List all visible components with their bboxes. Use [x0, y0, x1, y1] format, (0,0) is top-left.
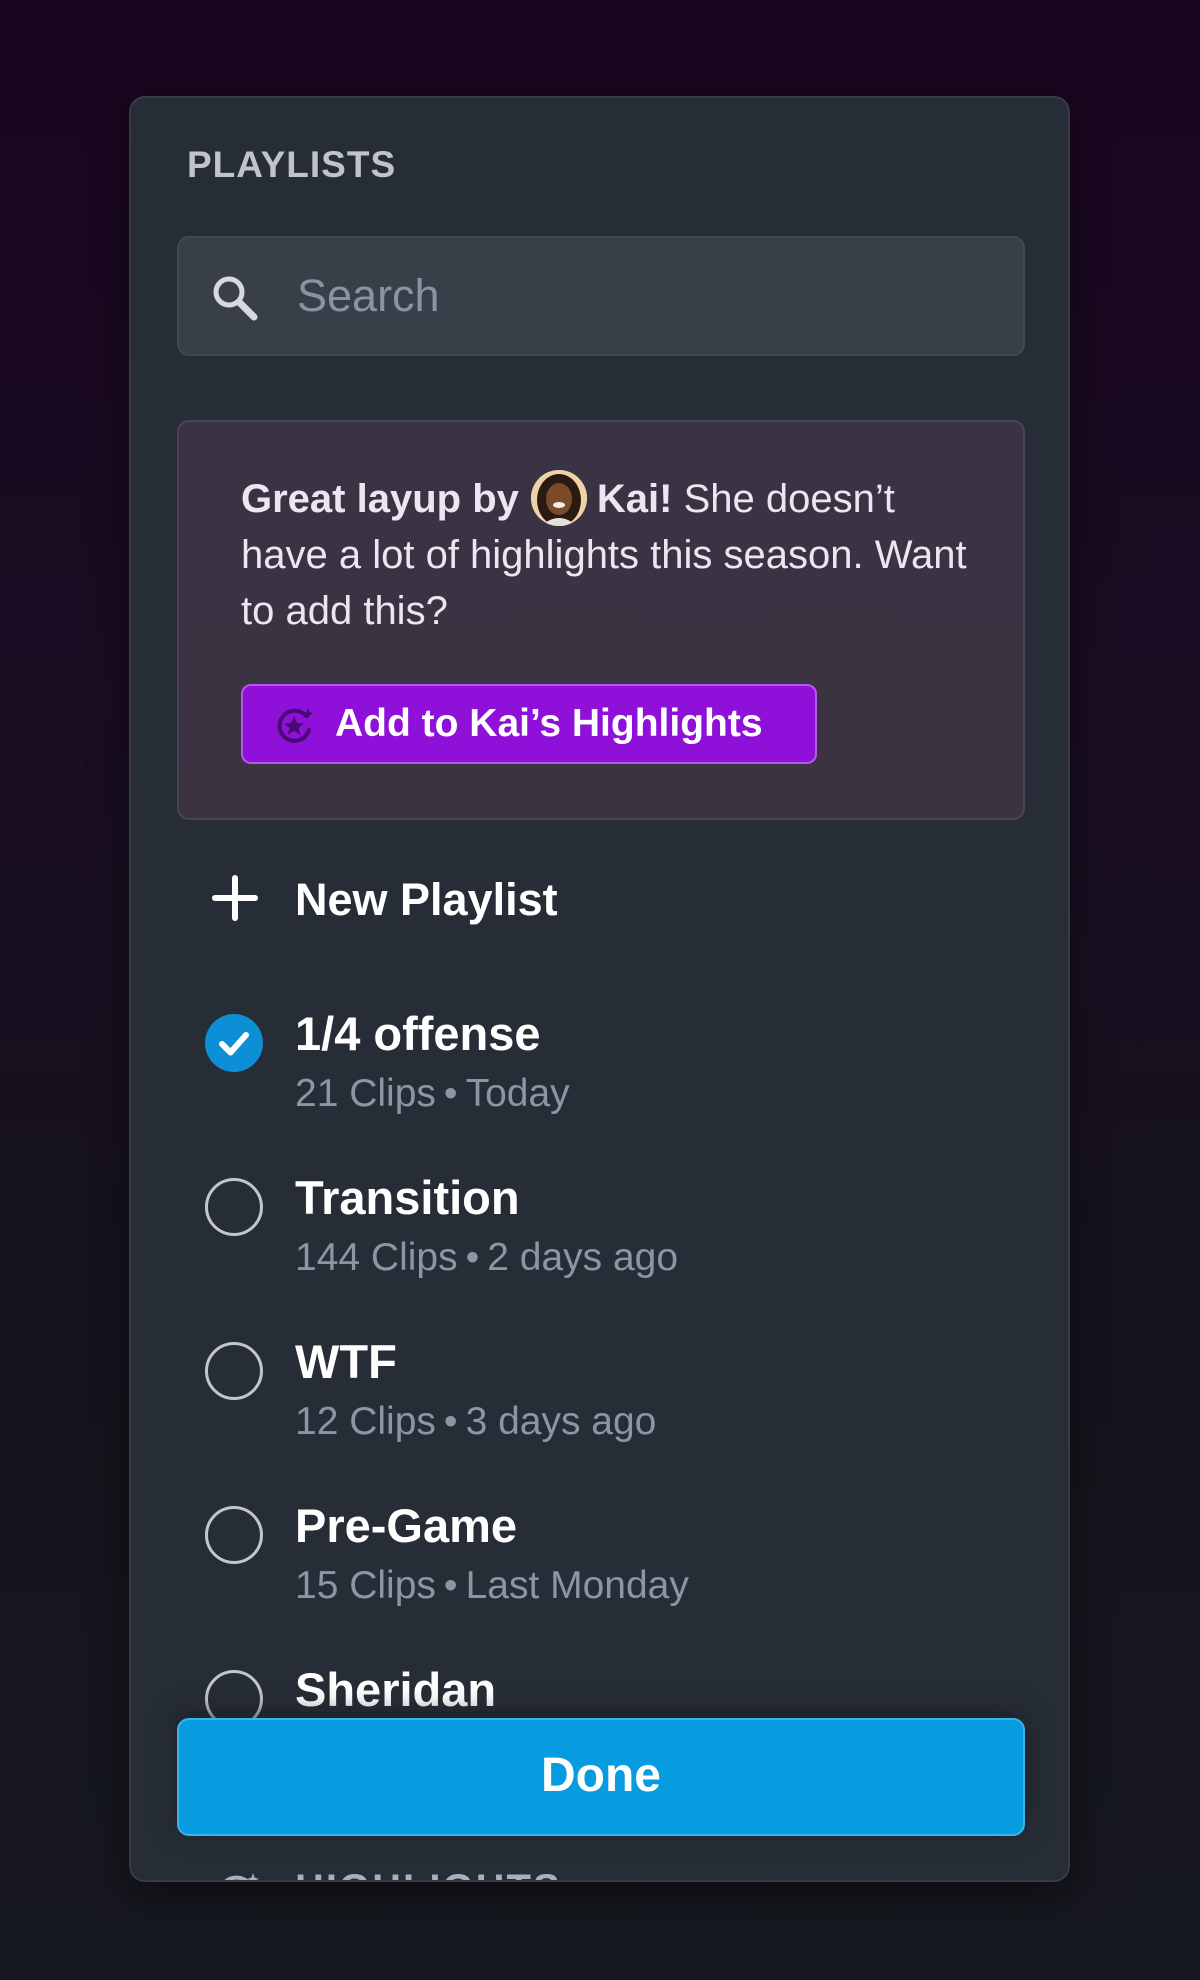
- playlist-title: 1/4 offense: [295, 1007, 541, 1060]
- clip-count: 144 Clips: [295, 1236, 458, 1279]
- clip-count: 12 Clips: [295, 1400, 436, 1443]
- check-circle-icon[interactable]: [205, 1014, 263, 1072]
- highlight-suggestion-card: Great layup by Kai! She doesn’t have a l…: [177, 420, 1025, 820]
- new-playlist-label: New Playlist: [295, 874, 558, 925]
- search-icon: [213, 276, 258, 321]
- playlist-item[interactable]: Pre-Game 15 Clips • Last Monday: [177, 1498, 1025, 1648]
- playlist-item[interactable]: WTF 12 Clips • 3 days ago: [177, 1334, 1025, 1484]
- playlist-meta: 15 Clips • Last Monday: [295, 1564, 689, 1608]
- star-sparkle-icon: [224, 1873, 259, 1880]
- clip-count: 21 Clips: [295, 1072, 436, 1115]
- panel-title: PLAYLISTS: [187, 144, 397, 185]
- player-name: Kai!: [596, 477, 673, 521]
- last-updated: Last Monday: [465, 1564, 689, 1607]
- playlist-meta: 144 Clips • 2 days ago: [295, 1236, 678, 1280]
- playlists-panel: PLAYLISTS Great layup by Kai! She doesn’…: [129, 96, 1070, 1882]
- playlist-title: Pre-Game: [295, 1499, 518, 1552]
- meta-separator: •: [443, 1400, 458, 1443]
- last-updated: 3 days ago: [465, 1400, 657, 1443]
- circle-icon[interactable]: [205, 1506, 263, 1564]
- add-to-highlights-label: Add to Kai’s Highlights: [335, 702, 763, 745]
- playlist-meta: 12 Clips • 3 days ago: [295, 1400, 656, 1444]
- playlist-title: WTF: [295, 1335, 397, 1388]
- last-updated: 2 days ago: [487, 1236, 679, 1279]
- playlist-item[interactable]: Transition 144 Clips • 2 days ago: [177, 1170, 1025, 1320]
- playlist-item[interactable]: 1/4 offense 21 Clips • Today: [177, 1006, 1025, 1156]
- chevron-down-icon[interactable]: [965, 1875, 1019, 1882]
- highlights-section-header[interactable]: HIGHLIGHTS: [177, 1853, 1025, 1882]
- search-input[interactable]: [297, 256, 997, 336]
- search-box[interactable]: [177, 236, 1025, 356]
- suggestion-lead: Great layup by: [241, 477, 519, 521]
- avatar: [530, 470, 587, 526]
- highlights-section-label: HIGHLIGHTS: [295, 1867, 562, 1880]
- playlist-meta: 21 Clips • Today: [295, 1072, 570, 1116]
- suggestion-tail: She doesn’t: [683, 477, 895, 521]
- plus-icon: [212, 875, 258, 921]
- last-updated: Today: [465, 1072, 570, 1115]
- meta-separator: •: [443, 1564, 458, 1607]
- done-button[interactable]: Done: [177, 1718, 1025, 1836]
- add-to-highlights-button[interactable]: Add to Kai’s Highlights: [241, 684, 817, 764]
- playlist-title: Transition: [295, 1171, 520, 1224]
- clip-count: 15 Clips: [295, 1564, 436, 1607]
- meta-separator: •: [465, 1236, 480, 1279]
- playlist-title: Sheridan: [295, 1663, 497, 1716]
- star-sparkle-icon: [277, 708, 314, 743]
- meta-separator: •: [443, 1072, 458, 1115]
- suggestion-rest: have a lot of highlights this season. Wa…: [241, 533, 967, 633]
- circle-icon[interactable]: [205, 1342, 263, 1400]
- suggestion-message: Great layup by Kai! She doesn’t have a l…: [241, 470, 981, 639]
- new-playlist-button[interactable]: New Playlist: [177, 848, 1025, 948]
- circle-icon[interactable]: [205, 1178, 263, 1236]
